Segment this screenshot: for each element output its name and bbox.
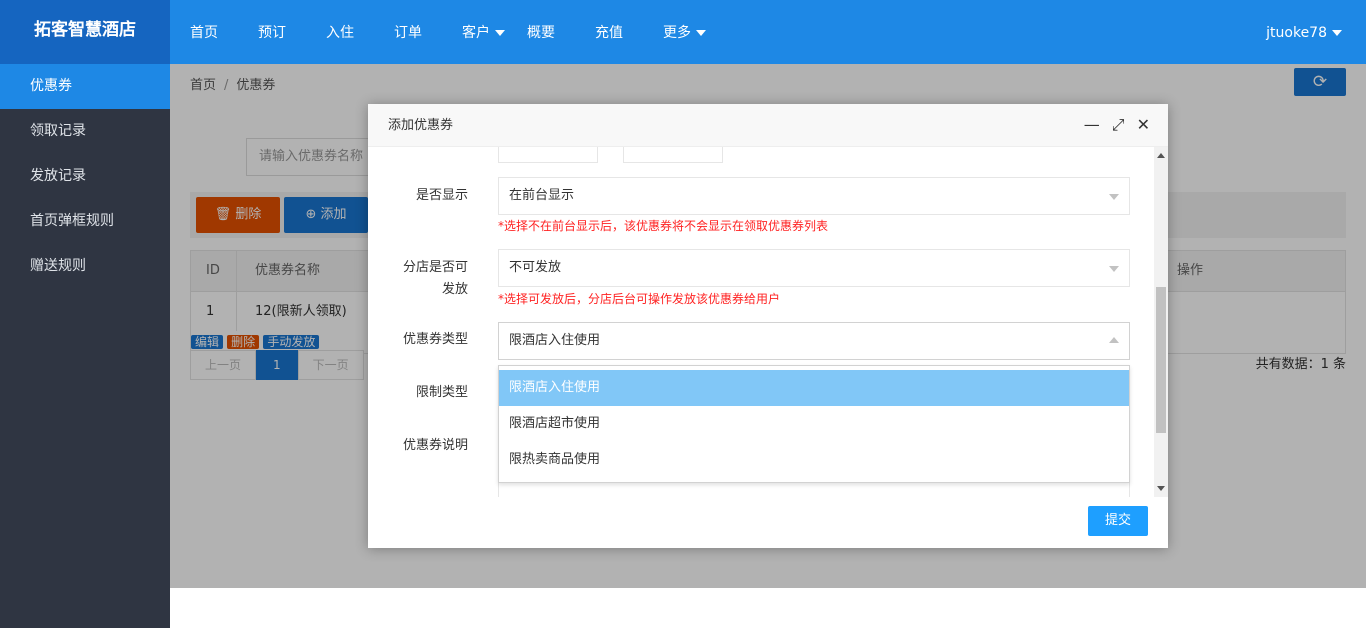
branch-label: 分店是否可发放	[403, 257, 468, 301]
show-hint: *选择不在前台显示后，该优惠券将不会显示在领取优惠券列表	[498, 219, 829, 233]
type-select-value: 限酒店入住使用	[509, 333, 601, 348]
type-option[interactable]: 限酒店入住使用	[499, 370, 1129, 406]
minimize-icon[interactable]: —	[1084, 116, 1100, 134]
caret-down-icon	[495, 30, 505, 36]
nav-customers[interactable]: 客户	[462, 0, 505, 64]
partial-field-1[interactable]	[498, 147, 598, 163]
show-select-value: 在前台显示	[509, 188, 575, 203]
caret-down-icon	[1332, 30, 1342, 36]
type-option[interactable]: 限热卖商品使用	[499, 442, 1129, 478]
branch-label-line1: 分店是否可	[402, 260, 468, 275]
caret-down-icon	[696, 30, 706, 36]
sidebar-item-claim-records[interactable]: 领取记录	[0, 109, 170, 154]
branch-label-line2: 发放	[441, 282, 468, 297]
type-option[interactable]: 限酒店超市使用	[499, 406, 1129, 442]
show-label: 是否显示	[415, 188, 468, 203]
nav-orders[interactable]: 订单	[394, 0, 422, 64]
close-icon[interactable]: ✕	[1137, 116, 1150, 134]
chevron-up-icon	[1109, 337, 1119, 343]
chevron-down-icon	[1109, 194, 1119, 200]
nav-more[interactable]: 更多	[663, 0, 706, 64]
scroll-up-icon[interactable]	[1157, 153, 1165, 158]
type-dropdown-menu: 限酒店入住使用 限酒店超市使用 限热卖商品使用	[498, 365, 1130, 483]
nav-recharge[interactable]: 充值	[595, 0, 623, 64]
show-select[interactable]: 在前台显示	[498, 177, 1130, 215]
dialog-title: 添加优惠券	[368, 104, 1168, 147]
limit-label: 限制类型	[415, 385, 468, 400]
nav-overview[interactable]: 概要	[527, 0, 555, 64]
branch-select[interactable]: 不可发放	[498, 249, 1130, 287]
username: jtuoke78	[1266, 25, 1327, 41]
chevron-down-icon	[1109, 266, 1119, 272]
nav-more-label: 更多	[663, 25, 691, 41]
sidebar-item-issue-records[interactable]: 发放记录	[0, 154, 170, 199]
top-nav: 首页 预订 入住 订单 客户 概要 充值 更多	[190, 0, 728, 64]
user-menu[interactable]: jtuoke78	[1266, 0, 1342, 66]
nav-booking[interactable]: 预订	[258, 0, 286, 64]
sidebar-item-coupons[interactable]: 优惠券	[0, 64, 170, 109]
sidebar-item-gift-rules[interactable]: 赠送规则	[0, 244, 170, 289]
dialog-controls: — ⤢ ✕	[1084, 116, 1150, 134]
nav-customers-label: 客户	[462, 25, 490, 41]
add-coupon-dialog: 添加优惠券 — ⤢ ✕ 是否显示 在前台显示 *选择不在前台显示后，该优惠券将不…	[368, 104, 1168, 548]
type-label: 优惠券类型	[402, 332, 468, 347]
branch-select-value: 不可发放	[509, 260, 562, 275]
dialog-scrollbar[interactable]	[1154, 147, 1168, 497]
scroll-down-icon[interactable]	[1157, 486, 1165, 491]
type-select[interactable]: 限酒店入住使用	[498, 322, 1130, 360]
sidebar: 优惠券 领取记录 发放记录 首页弹框规则 赠送规则	[0, 64, 170, 628]
nav-home[interactable]: 首页	[190, 0, 218, 64]
maximize-icon[interactable]: ⤢	[1112, 116, 1125, 134]
partial-field-2[interactable]	[623, 147, 723, 163]
sidebar-item-popup-rules[interactable]: 首页弹框规则	[0, 199, 170, 244]
app-logo[interactable]: 拓客智慧酒店	[0, 0, 170, 64]
top-bar: 拓客智慧酒店 首页 预订 入住 订单 客户 概要 充值 更多 jtuoke78	[0, 0, 1366, 64]
branch-hint: *选择可发放后，分店后台可操作发放该优惠券给用户	[498, 292, 781, 306]
desc-label: 优惠券说明	[402, 438, 468, 453]
dialog-body: 是否显示 在前台显示 *选择不在前台显示后，该优惠券将不会显示在领取优惠券列表 …	[368, 147, 1154, 497]
submit-button[interactable]: 提交	[1088, 506, 1148, 536]
nav-checkin[interactable]: 入住	[326, 0, 354, 64]
scroll-thumb[interactable]	[1156, 287, 1166, 433]
